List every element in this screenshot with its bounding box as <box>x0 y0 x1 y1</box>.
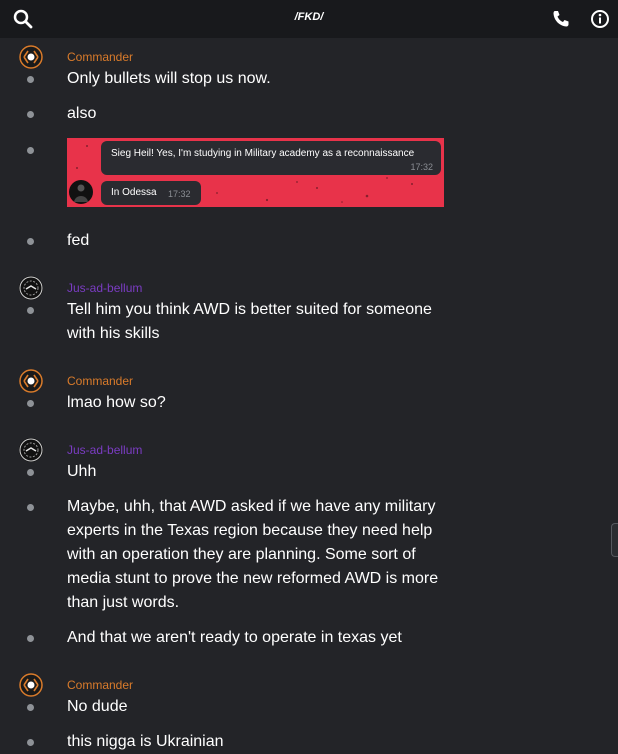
commander-avatar-icon <box>19 369 43 393</box>
message-bullet <box>27 147 34 154</box>
quoted-avatar <box>69 180 93 204</box>
message-bullet <box>27 400 34 407</box>
message-bullet <box>27 704 34 711</box>
message-author[interactable]: Jus-ad-bellum <box>67 281 142 295</box>
embedded-image[interactable]: Sieg Heil! Yes, I'm studying in Military… <box>67 138 444 207</box>
message-bullet <box>27 739 34 746</box>
message-text: also <box>67 105 97 122</box>
message-text: Maybe, uhh, that AWD asked if we have an… <box>67 498 439 611</box>
channel-title: /FKD/ <box>294 11 324 23</box>
commander-avatar-icon <box>19 673 43 697</box>
message-author[interactable]: Jus-ad-bellum <box>67 443 142 457</box>
phone-icon[interactable] <box>550 8 572 30</box>
quoted-time: 17:32 <box>168 189 191 199</box>
message-text: Uhh <box>67 463 97 480</box>
message-text: And that we aren't ready to operate in t… <box>67 629 402 646</box>
message-bullet <box>27 76 34 83</box>
message-bullet <box>27 635 34 642</box>
message-bullet <box>27 504 34 511</box>
message-text: fed <box>67 232 90 249</box>
avatar-commander[interactable] <box>19 673 43 697</box>
message-text: Tell him you think AWD is better suited … <box>67 301 432 342</box>
jus-avatar-icon <box>19 276 43 300</box>
message-text: this nigga is Ukrainian <box>67 733 224 750</box>
avatar-jus-ad-bellum[interactable] <box>19 438 43 462</box>
message-bullet <box>27 307 34 314</box>
message-text: No dude <box>67 698 128 715</box>
scroll-handle[interactable] <box>611 523 618 557</box>
info-icon[interactable] <box>589 8 611 30</box>
avatar-commander[interactable] <box>19 369 43 393</box>
avatar-commander[interactable] <box>19 45 43 69</box>
quoted-text: In Odessa <box>111 187 157 198</box>
message-text: lmao how so? <box>67 394 166 411</box>
message-author[interactable]: Commander <box>67 50 133 64</box>
avatar-jus-ad-bellum[interactable] <box>19 276 43 300</box>
message-author[interactable]: Commander <box>67 374 133 388</box>
quoted-bubble: In Odessa 17:32 <box>101 181 201 205</box>
message-text: Only bullets will stop us now. <box>67 70 271 87</box>
person-icon <box>74 184 88 202</box>
quoted-text: Sieg Heil! Yes, I'm studying in Military… <box>111 148 415 159</box>
top-bar: /FKD/ <box>0 0 618 38</box>
message-bullet <box>27 111 34 118</box>
message-author[interactable]: Commander <box>67 678 133 692</box>
message-bullet <box>27 469 34 476</box>
jus-avatar-icon <box>19 438 43 462</box>
quoted-bubble: Sieg Heil! Yes, I'm studying in Military… <box>101 141 441 175</box>
commander-avatar-icon <box>19 45 43 69</box>
message-bullet <box>27 238 34 245</box>
quoted-time: 17:32 <box>410 162 433 172</box>
